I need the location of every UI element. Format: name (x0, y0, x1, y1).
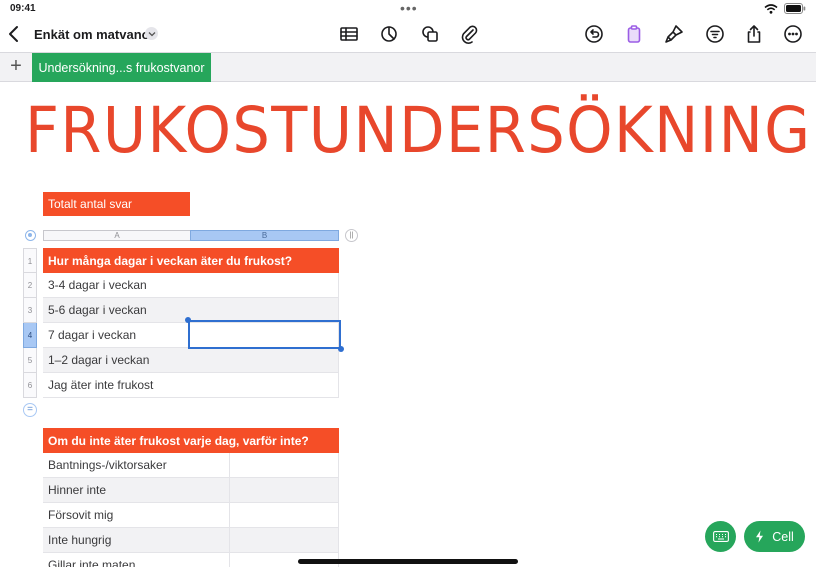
total-answers-label[interactable]: Totalt antal svar (43, 192, 190, 216)
keyboard-button[interactable] (705, 521, 736, 552)
table-row: 1–2 dagar i veckan (43, 348, 339, 373)
toolbar: Enkät om matvanor (0, 18, 816, 52)
tab-active-sheet[interactable]: Undersökning...s frukostvanor (32, 53, 211, 82)
cell-selection-outline (188, 320, 341, 349)
document-title[interactable]: Enkät om matvanor (34, 27, 155, 42)
undo-icon[interactable] (582, 22, 606, 46)
clipboard-icon[interactable] (622, 22, 646, 46)
keyboard-icon (712, 531, 729, 542)
table-row: Hinner inte (43, 478, 339, 503)
more-icon[interactable] (781, 22, 805, 46)
table-cell[interactable]: Gillar inte maten (43, 553, 231, 567)
shapes-icon[interactable] (418, 22, 442, 46)
cell-action-button[interactable]: Cell (744, 521, 805, 552)
row-number-column: 1 2 3 4 5 6 (23, 248, 37, 398)
page-title[interactable]: FRUKOSTUNDERSÖKNING (25, 94, 811, 167)
row-number[interactable]: 1 (23, 248, 37, 273)
column-header-b[interactable]: B (190, 230, 339, 241)
table-header[interactable]: Hur många dagar i veckan äter du frukost… (43, 248, 339, 273)
status-bar: 09:41 ••• (0, 0, 816, 18)
multitask-dots-icon[interactable]: ••• (400, 0, 418, 16)
home-indicator[interactable] (298, 559, 518, 564)
table-row: Försovit mig (43, 503, 339, 528)
table-cell[interactable] (230, 528, 338, 553)
table-cell[interactable]: 1–2 dagar i veckan (43, 348, 188, 373)
table-cell[interactable] (188, 348, 338, 373)
paintbrush-icon[interactable] (662, 22, 686, 46)
table-cell[interactable] (230, 478, 338, 503)
table-cell[interactable]: 7 dagar i veckan (43, 323, 188, 348)
table-row: 3-4 dagar i veckan (43, 273, 339, 298)
table-cell[interactable]: Inte hungrig (43, 528, 231, 553)
no-breakfast-reasons-table: Om du inte äter frukost varje dag, varfö… (43, 428, 339, 567)
chart-icon[interactable] (377, 22, 401, 46)
wifi-icon (764, 3, 778, 14)
share-icon[interactable] (742, 22, 766, 46)
table-cell[interactable] (230, 503, 338, 528)
row-number-selected[interactable]: 4 (23, 323, 37, 348)
selection-grab-handle[interactable] (338, 346, 344, 352)
table-cell[interactable] (188, 273, 338, 298)
table-cell[interactable] (230, 453, 338, 478)
add-row-handle[interactable]: = (23, 403, 37, 417)
lightning-icon (756, 530, 764, 543)
table-cell[interactable]: Hinner inte (43, 478, 231, 503)
status-indicators (764, 3, 806, 14)
paperclip-icon[interactable] (457, 22, 481, 46)
table-cell[interactable]: Bantnings-/viktorsaker (43, 453, 231, 478)
filter-menu-icon[interactable] (703, 22, 727, 46)
column-resize-handle[interactable]: || (345, 229, 358, 242)
column-header-a[interactable]: A (43, 230, 191, 241)
sheet-tab-bar: + Undersökning...s frukostvanor (0, 52, 816, 82)
table-cell[interactable]: 3-4 dagar i veckan (43, 273, 188, 298)
table-row: Jag äter inte frukost (43, 373, 339, 398)
row-number[interactable]: 6 (23, 373, 37, 398)
table-cell[interactable]: 5-6 dagar i veckan (43, 298, 188, 323)
back-chevron-icon[interactable] (2, 22, 26, 46)
table-select-handle[interactable] (25, 230, 36, 241)
table-header[interactable]: Om du inte äter frukost varje dag, varfö… (43, 428, 339, 453)
chevron-down-icon[interactable] (145, 27, 158, 40)
table-cell[interactable]: Försovit mig (43, 503, 231, 528)
table-icon[interactable] (337, 22, 361, 46)
table-cell[interactable] (188, 373, 338, 398)
row-number[interactable]: 5 (23, 348, 37, 373)
cell-action-label: Cell (772, 529, 794, 544)
add-sheet-button[interactable]: + (6, 56, 26, 77)
table-row: Gillar inte maten (43, 553, 339, 567)
table-row: Inte hungrig (43, 528, 339, 553)
row-number[interactable]: 2 (23, 273, 37, 298)
status-time: 09:41 (10, 3, 36, 14)
battery-icon (784, 3, 806, 14)
row-number[interactable]: 3 (23, 298, 37, 323)
selection-grab-handle[interactable] (185, 317, 191, 323)
table-row: Bantnings-/viktorsaker (43, 453, 339, 478)
table-cell[interactable]: Jag äter inte frukost (43, 373, 188, 398)
